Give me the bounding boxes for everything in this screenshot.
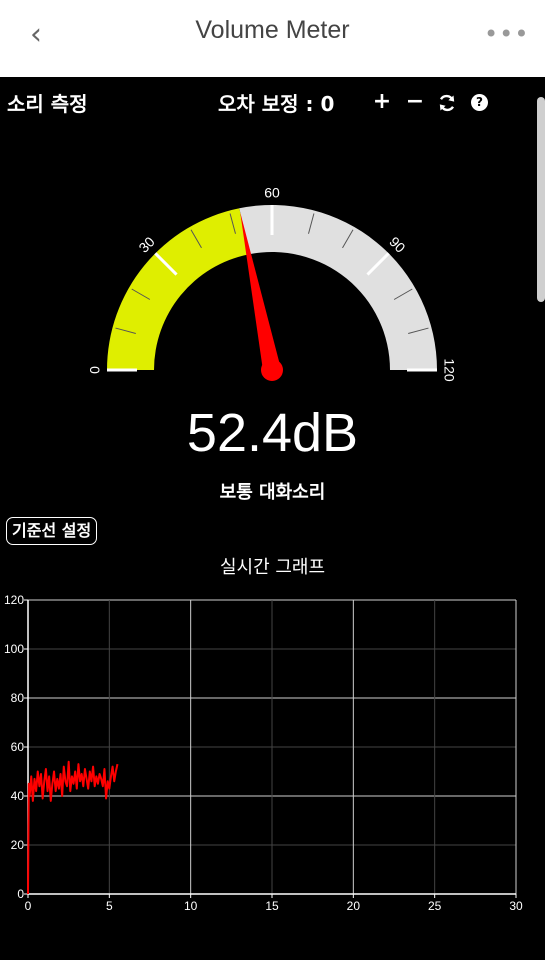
chart-x-tick-label: 30	[509, 899, 523, 913]
chart-x-tick-label: 15	[265, 899, 279, 913]
chart-y-tick-label: 20	[11, 838, 25, 852]
chart-x-tick-label: 20	[347, 899, 361, 913]
chart-y-tick-label: 100	[4, 642, 24, 656]
chart-x-tick-label: 10	[184, 899, 198, 913]
chart-y-tick-label: 80	[11, 691, 25, 705]
chart-x-tick-label: 25	[428, 899, 442, 913]
chart-y-tick-label: 40	[11, 789, 25, 803]
chart-y-tick-label: 120	[4, 593, 24, 607]
chart-series-line	[27, 760, 119, 895]
chart-y-tick-label: 0	[17, 887, 24, 901]
chart-x-tick-label: 5	[106, 899, 113, 913]
realtime-chart: 0 20 40 60 80 100 120 0 5 10 15 20 25 30	[4, 593, 523, 913]
chart-x-tick-label: 0	[25, 899, 32, 913]
chart-y-tick-label: 60	[11, 740, 25, 754]
